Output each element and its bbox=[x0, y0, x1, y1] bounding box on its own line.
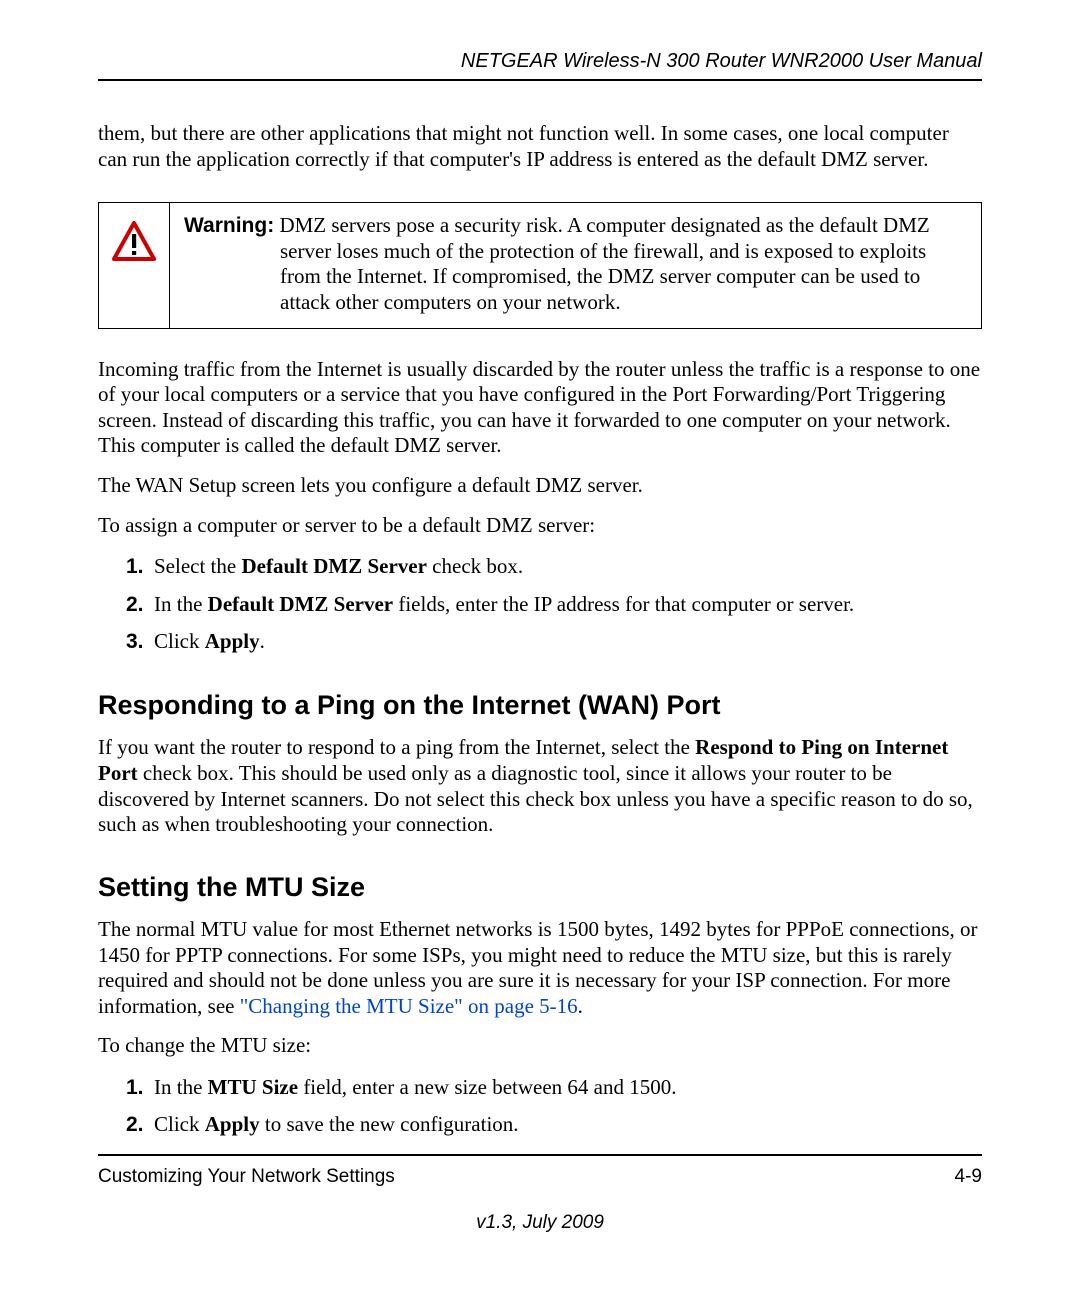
mtu-steps: 1. In the MTU Size field, enter a new si… bbox=[98, 1073, 982, 1140]
warning-icon bbox=[112, 221, 156, 261]
bold-term: Apply bbox=[205, 629, 260, 653]
section-heading-mtu: Setting the MTU Size bbox=[98, 872, 982, 903]
text: In the bbox=[154, 1075, 208, 1099]
step-text: In the MTU Size field, enter a new size … bbox=[154, 1073, 677, 1102]
bold-term: Default DMZ Server bbox=[241, 554, 426, 578]
text: Select the bbox=[154, 554, 241, 578]
document-page: NETGEAR Wireless-N 300 Router WNR2000 Us… bbox=[0, 0, 1080, 1296]
step-text: Click Apply. bbox=[154, 627, 265, 656]
step-text: In the Default DMZ Server fields, enter … bbox=[154, 590, 854, 619]
dmz-steps: 1. Select the Default DMZ Server check b… bbox=[98, 552, 982, 656]
footer-version: v1.3, July 2009 bbox=[98, 1212, 982, 1234]
step-row: 1. Select the Default DMZ Server check b… bbox=[126, 552, 982, 581]
bold-term: Default DMZ Server bbox=[208, 592, 393, 616]
text: fields, enter the IP address for that co… bbox=[393, 592, 854, 616]
text: to save the new configuration. bbox=[260, 1112, 519, 1136]
text: check box. bbox=[427, 554, 523, 578]
mtu-change-intro: To change the MTU size: bbox=[98, 1033, 982, 1059]
text: Click bbox=[154, 629, 205, 653]
warning-text: Warning: DMZ servers pose a security ris… bbox=[170, 203, 981, 327]
step-row: 3. Click Apply. bbox=[126, 627, 982, 656]
text: field, enter a new size between 64 and 1… bbox=[298, 1075, 676, 1099]
step-number: 3. bbox=[126, 627, 154, 656]
paragraph-incoming: Incoming traffic from the Internet is us… bbox=[98, 357, 982, 459]
mtu-paragraph: The normal MTU value for most Ethernet n… bbox=[98, 917, 982, 1019]
footer-page-number: 4-9 bbox=[955, 1166, 982, 1188]
warning-label: Warning: bbox=[184, 214, 274, 237]
warning-box: Warning: DMZ servers pose a security ris… bbox=[98, 202, 982, 328]
text: check box. This should be used only as a… bbox=[98, 761, 973, 836]
step-text: Click Apply to save the new configuratio… bbox=[154, 1110, 519, 1139]
ping-paragraph: If you want the router to respond to a p… bbox=[98, 735, 982, 837]
warning-line1: DMZ servers pose a security risk. A comp… bbox=[274, 213, 930, 237]
cross-reference-link[interactable]: "Changing the MTU Size" on page 5-16 bbox=[240, 994, 578, 1018]
warning-icon-cell bbox=[99, 203, 170, 327]
text: . bbox=[578, 994, 583, 1018]
text: In the bbox=[154, 592, 208, 616]
intro-paragraph: them, but there are other applications t… bbox=[98, 121, 982, 172]
warning-rest: server loses much of the protection of t… bbox=[184, 239, 967, 316]
text: If you want the router to respond to a p… bbox=[98, 735, 695, 759]
page-header-title: NETGEAR Wireless-N 300 Router WNR2000 Us… bbox=[98, 50, 982, 73]
step-text: Select the Default DMZ Server check box. bbox=[154, 552, 523, 581]
footer-rule bbox=[98, 1154, 982, 1156]
page-footer: Customizing Your Network Settings 4-9 v1… bbox=[98, 1154, 982, 1188]
step-number: 2. bbox=[126, 590, 154, 619]
step-number: 2. bbox=[126, 1110, 154, 1139]
paragraph-wan-setup: The WAN Setup screen lets you configure … bbox=[98, 473, 982, 499]
step-row: 2. Click Apply to save the new configura… bbox=[126, 1110, 982, 1139]
step-number: 1. bbox=[126, 552, 154, 581]
step-row: 1. In the MTU Size field, enter a new si… bbox=[126, 1073, 982, 1102]
bold-term: MTU Size bbox=[208, 1075, 298, 1099]
section-heading-ping: Responding to a Ping on the Internet (WA… bbox=[98, 690, 982, 721]
step-row: 2. In the Default DMZ Server fields, ent… bbox=[126, 590, 982, 619]
footer-section: Customizing Your Network Settings bbox=[98, 1166, 395, 1188]
bold-term: Apply bbox=[205, 1112, 260, 1136]
paragraph-assign: To assign a computer or server to be a d… bbox=[98, 513, 982, 539]
step-number: 1. bbox=[126, 1073, 154, 1102]
text: Click bbox=[154, 1112, 205, 1136]
text: . bbox=[260, 629, 265, 653]
header-rule bbox=[98, 79, 982, 81]
